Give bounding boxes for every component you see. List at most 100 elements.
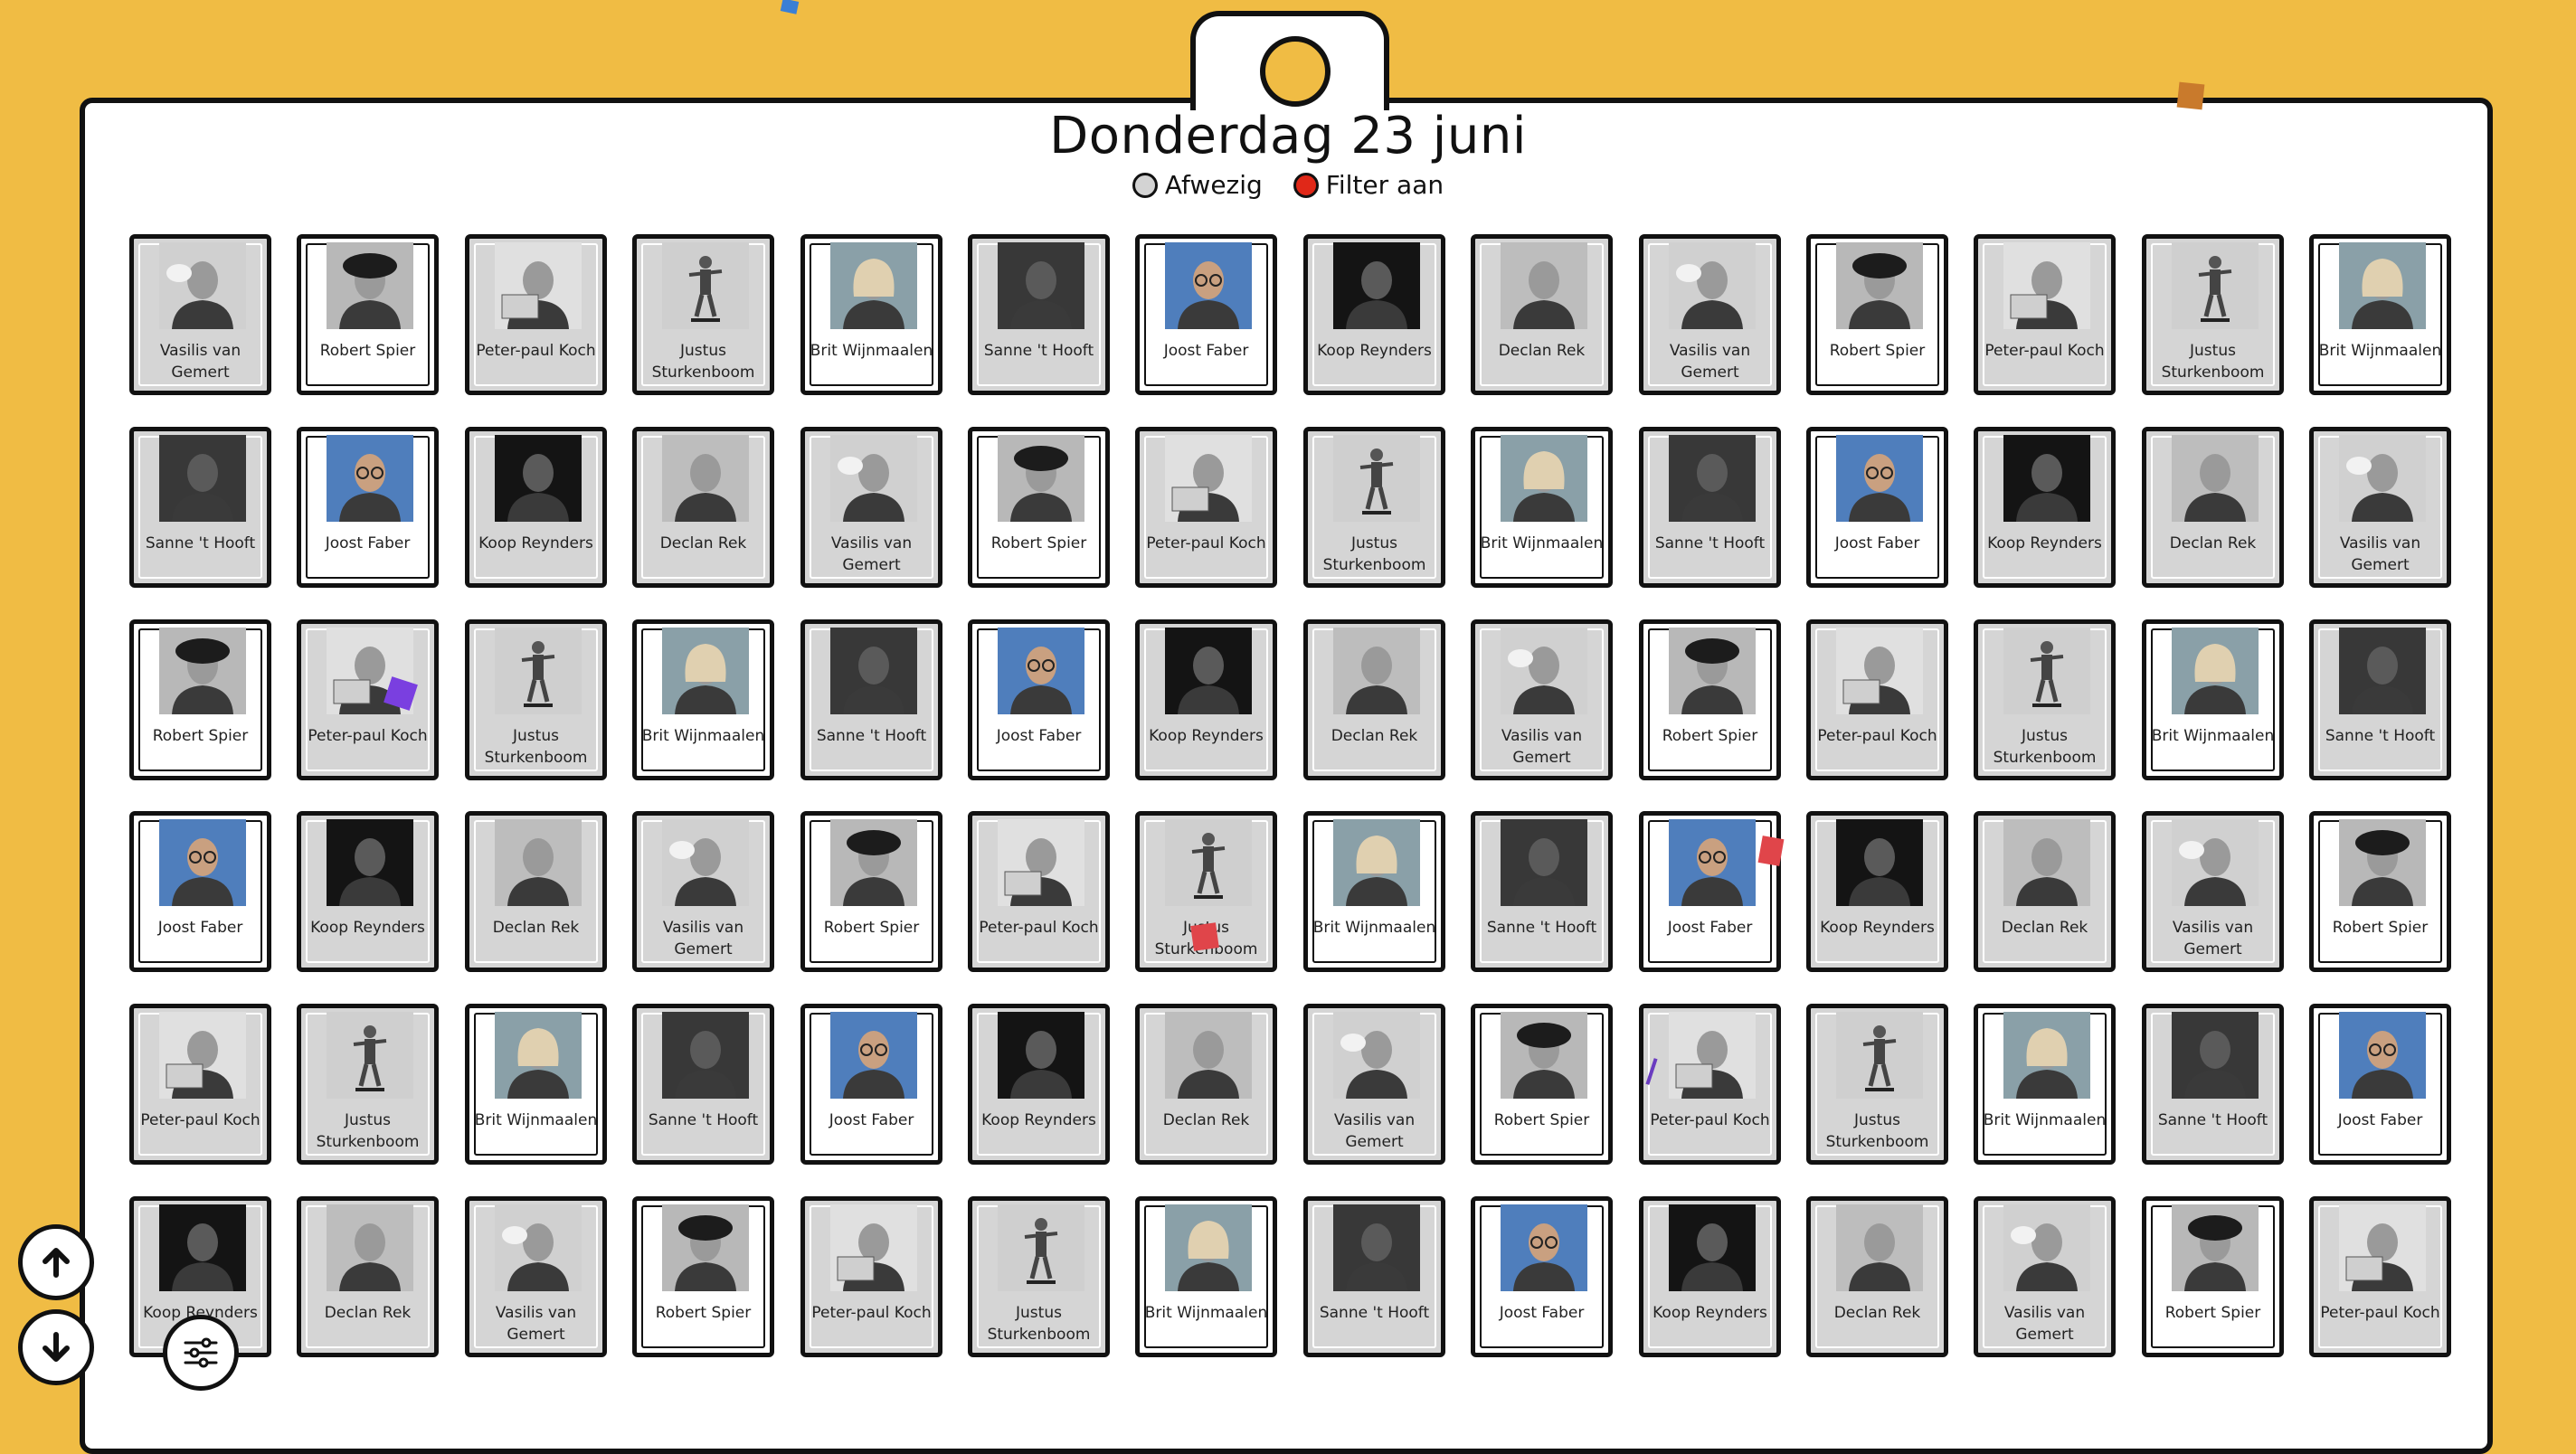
- student-card[interactable]: Peter-paul Koch: [465, 234, 607, 395]
- student-card[interactable]: Peter-paul Koch: [129, 1004, 271, 1165]
- student-card[interactable]: Justus Sturkenboom: [465, 619, 607, 780]
- student-card[interactable]: Joost Faber: [2309, 1004, 2451, 1165]
- filter-button[interactable]: [163, 1315, 239, 1391]
- scroll-down-button[interactable]: [18, 1309, 94, 1385]
- student-card[interactable]: Peter-paul Koch: [297, 619, 439, 780]
- student-card[interactable]: Peter-paul Koch: [1135, 427, 1277, 588]
- student-card[interactable]: Joost Faber: [1135, 234, 1277, 395]
- student-card[interactable]: Sanne 't Hooft: [632, 1004, 774, 1165]
- student-card[interactable]: Robert Spier: [1471, 1004, 1613, 1165]
- student-card[interactable]: Peter-paul Koch: [968, 811, 1110, 972]
- student-card[interactable]: Sanne 't Hooft: [2309, 619, 2451, 780]
- student-card[interactable]: Brit Wijnmaalen: [1303, 811, 1445, 972]
- student-card[interactable]: Justus Sturkenboom: [1303, 427, 1445, 588]
- student-name: Peter-paul Koch: [1146, 534, 1266, 552]
- student-card[interactable]: Peter-paul Koch: [800, 1196, 942, 1357]
- student-card[interactable]: Declan Rek: [2142, 427, 2284, 588]
- student-card[interactable]: Brit Wijnmaalen: [1974, 1004, 2116, 1165]
- student-card[interactable]: Sanne 't Hooft: [968, 234, 1110, 395]
- student-card[interactable]: Joost Faber: [800, 1004, 942, 1165]
- student-card[interactable]: Koop Reynders: [297, 811, 439, 972]
- student-card[interactable]: Koop Reynders: [1806, 811, 1948, 972]
- student-card[interactable]: Joost Faber: [1639, 811, 1781, 972]
- student-photo: [1501, 242, 1587, 329]
- student-card[interactable]: Brit Wijnmaalen: [1135, 1196, 1277, 1357]
- student-card[interactable]: Joost Faber: [129, 811, 271, 972]
- student-name: Joost Faber: [829, 1111, 914, 1129]
- student-name: Vasilis van Gemert: [2003, 1304, 2086, 1344]
- student-card[interactable]: Brit Wijnmaalen: [800, 234, 942, 395]
- student-card[interactable]: Justus Sturkenboom: [2142, 234, 2284, 395]
- student-card[interactable]: Vasilis van Gemert: [800, 427, 942, 588]
- student-card[interactable]: Brit Wijnmaalen: [1471, 427, 1613, 588]
- student-photo: [495, 435, 582, 522]
- student-card[interactable]: Joost Faber: [1806, 427, 1948, 588]
- student-photo: [2003, 242, 2090, 329]
- student-card[interactable]: Robert Spier: [297, 234, 439, 395]
- student-card[interactable]: Brit Wijnmaalen: [465, 1004, 607, 1165]
- student-name: Brit Wijnmaalen: [2151, 727, 2275, 745]
- student-photo: [327, 1012, 413, 1099]
- student-card[interactable]: Peter-paul Koch: [1974, 234, 2116, 395]
- student-photo: [830, 242, 917, 329]
- student-card[interactable]: Sanne 't Hooft: [129, 427, 271, 588]
- student-name: Declan Rek: [1498, 342, 1586, 360]
- student-card[interactable]: Justus Sturkenboom: [1974, 619, 2116, 780]
- student-card[interactable]: Justus Sturkenboom: [968, 1196, 1110, 1357]
- student-card[interactable]: Brit Wijnmaalen: [632, 619, 774, 780]
- student-card[interactable]: Declan Rek: [1974, 811, 2116, 972]
- student-card[interactable]: Justus Sturkenboom: [297, 1004, 439, 1165]
- student-card[interactable]: Peter-paul Koch: [1806, 619, 1948, 780]
- student-card[interactable]: Vasilis van Gemert: [1639, 234, 1781, 395]
- student-name: Vasilis van Gemert: [2339, 534, 2421, 574]
- student-card[interactable]: Declan Rek: [465, 811, 607, 972]
- student-card[interactable]: Vasilis van Gemert: [1303, 1004, 1445, 1165]
- student-card[interactable]: Brit Wijnmaalen: [2142, 619, 2284, 780]
- student-card[interactable]: Declan Rek: [632, 427, 774, 588]
- student-card[interactable]: Vasilis van Gemert: [2309, 427, 2451, 588]
- student-card[interactable]: Brit Wijnmaalen: [2309, 234, 2451, 395]
- student-card[interactable]: Joost Faber: [968, 619, 1110, 780]
- student-card[interactable]: Robert Spier: [632, 1196, 774, 1357]
- student-card[interactable]: Sanne 't Hooft: [1303, 1196, 1445, 1357]
- student-card[interactable]: Peter-paul Koch: [1639, 1004, 1781, 1165]
- student-card[interactable]: Koop Reynders: [1639, 1196, 1781, 1357]
- student-card[interactable]: Sanne 't Hooft: [1639, 427, 1781, 588]
- student-card[interactable]: Robert Spier: [1639, 619, 1781, 780]
- student-name: Brit Wijnmaalen: [2318, 342, 2442, 360]
- student-card[interactable]: Robert Spier: [968, 427, 1110, 588]
- confetti-piece: [1757, 836, 1785, 866]
- student-card[interactable]: Vasilis van Gemert: [465, 1196, 607, 1357]
- student-card[interactable]: Koop Reynders: [465, 427, 607, 588]
- student-card[interactable]: Declan Rek: [1471, 234, 1613, 395]
- student-card[interactable]: Robert Spier: [1806, 234, 1948, 395]
- student-card[interactable]: Robert Spier: [2309, 811, 2451, 972]
- student-card[interactable]: Sanne 't Hooft: [2142, 1004, 2284, 1165]
- student-card[interactable]: Declan Rek: [1135, 1004, 1277, 1165]
- student-card[interactable]: Sanne 't Hooft: [1471, 811, 1613, 972]
- student-card[interactable]: Koop Reynders: [1303, 234, 1445, 395]
- student-card[interactable]: Declan Rek: [1806, 1196, 1948, 1357]
- student-card[interactable]: Koop Reynders: [968, 1004, 1110, 1165]
- student-card[interactable]: Joost Faber: [1471, 1196, 1613, 1357]
- student-card[interactable]: Declan Rek: [297, 1196, 439, 1357]
- student-card[interactable]: Koop Reynders: [1974, 427, 2116, 588]
- student-card[interactable]: Vasilis van Gemert: [1974, 1196, 2116, 1357]
- student-card[interactable]: Vasilis van Gemert: [1471, 619, 1613, 780]
- student-card[interactable]: Peter-paul Koch: [2309, 1196, 2451, 1357]
- student-name: Robert Spier: [990, 534, 1087, 552]
- student-card[interactable]: Robert Spier: [2142, 1196, 2284, 1357]
- student-card[interactable]: Vasilis van Gemert: [632, 811, 774, 972]
- student-card[interactable]: Justus Sturkenboom: [1806, 1004, 1948, 1165]
- student-card[interactable]: Robert Spier: [800, 811, 942, 972]
- student-card[interactable]: Joost Faber: [297, 427, 439, 588]
- student-card[interactable]: Declan Rek: [1303, 619, 1445, 780]
- student-card[interactable]: Koop Reynders: [1135, 619, 1277, 780]
- scroll-up-button[interactable]: [18, 1224, 94, 1300]
- student-card[interactable]: Robert Spier: [129, 619, 271, 780]
- student-card[interactable]: Vasilis van Gemert: [129, 234, 271, 395]
- confetti-piece: [1190, 922, 1219, 951]
- student-card[interactable]: Justus Sturkenboom: [632, 234, 774, 395]
- student-card[interactable]: Sanne 't Hooft: [800, 619, 942, 780]
- student-card[interactable]: Vasilis van Gemert: [2142, 811, 2284, 972]
